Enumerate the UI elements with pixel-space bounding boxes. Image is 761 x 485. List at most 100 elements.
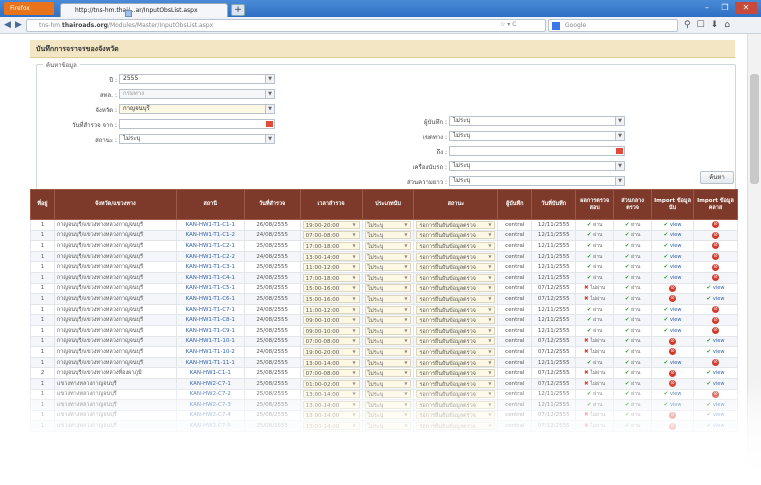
time-cell[interactable]: 15:00-16:00 ▼ — [299, 293, 363, 305]
col-header-date[interactable]: วันที่สำรวจ — [243, 189, 301, 220]
station-link[interactable]: KAN-HW1-T1-C7-1 — [175, 303, 245, 316]
view-link[interactable]: ✔ view — [651, 324, 694, 337]
station-link[interactable]: KAN-HW2-C7-1 — [175, 377, 245, 390]
col-header-central[interactable]: ส่วนกลางตรวจ — [613, 189, 653, 220]
view-link[interactable]: ✔ view — [692, 420, 739, 432]
pass-status[interactable]: ✔ ผ่าน — [575, 250, 615, 263]
pass-status[interactable]: ✔ ผ่าน — [575, 356, 615, 369]
status-select[interactable]: รอการยืนยันข้อมูลตรวจ ▼ — [416, 284, 496, 293]
col-header-import-class[interactable]: Import ข้อมูลคลาส — [692, 189, 739, 220]
type-cell[interactable]: ไม่ระบุ ▼ — [361, 335, 415, 348]
type-cell[interactable]: ไม่ระบุ ▼ — [361, 314, 415, 326]
blocked-status[interactable]: ⊘ — [692, 219, 739, 231]
time-select[interactable]: 17:00-18:00 ▼ — [302, 241, 360, 250]
type-cell[interactable]: ไม่ระบุ ▼ — [361, 409, 415, 422]
col-header-import-count[interactable]: Import ข้อมูลนับ — [651, 189, 694, 220]
status-select[interactable]: รอการยืนยันข้อมูลตรวจ ▼ — [416, 390, 496, 399]
station-link[interactable]: KAN-HW1-T1-10-1 — [175, 335, 245, 348]
table-row[interactable]: 1 แขวงทางหลวงกาญจนบุรี KAN-HW2-C7-2 25/08/2… — [30, 388, 739, 401]
type-cell[interactable]: ไม่ระบุ ▼ — [361, 229, 415, 242]
time-select[interactable]: 19:00-20:00 ▼ — [302, 347, 360, 356]
station-link[interactable]: KAN-HW1-T1-C1-1 — [175, 219, 245, 231]
time-cell[interactable]: 13:00-14:00 ▼ — [299, 250, 363, 263]
type-select[interactable]: ไม่ระบุ ▼ — [364, 273, 412, 282]
view-link[interactable]: ✔ view — [692, 293, 739, 305]
bookmarks-icon[interactable]: ☐ — [697, 20, 705, 30]
type-select[interactable]: ไม่ระบุ ▼ — [364, 347, 412, 356]
pass-status[interactable]: ✔ ผ่าน — [613, 271, 653, 284]
col-header-recorder[interactable]: ผู้บันทึก — [497, 189, 533, 220]
table-row[interactable]: 1 แขวงทางหลวงกาญจนบุรี KAN-HW2-C7-1 25/08/2… — [30, 377, 739, 390]
status-select[interactable]: รอการยืนยันข้อมูลตรวจ ▼ — [416, 220, 496, 229]
blocked-status[interactable]: ⊘ — [651, 367, 694, 379]
time-cell[interactable]: 13:00-14:00 ▼ — [299, 388, 363, 401]
status-cell[interactable]: รอการยืนยันข้อมูลตรวจ ▼ — [413, 282, 499, 295]
status-select[interactable]: รอการยืนยันข้อมูลตรวจ ▼ — [416, 263, 496, 272]
station-link[interactable]: KAN-HW2-C7-2 — [175, 388, 245, 401]
type-cell[interactable]: ไม่ระบุ ▼ — [361, 282, 415, 295]
new-tab-button[interactable]: + — [231, 4, 245, 16]
pass-status[interactable]: ✔ ผ่าน — [613, 324, 653, 337]
fail-status[interactable]: ✖ ไม่ผ่าน — [575, 282, 615, 295]
region-select[interactable]: กรมทาง ▼ — [119, 89, 275, 99]
status-cell[interactable]: รอการยืนยันข้อมูลตรวจ ▼ — [413, 250, 499, 263]
pass-status[interactable]: ✔ ผ่าน — [575, 314, 615, 326]
table-row[interactable]: 2 กาญจนบุรี/แขวงทางหลวงที่องผาภูมิ KAN-HW1… — [30, 367, 739, 379]
col-header-saved-date[interactable]: วันที่บันทึก — [531, 189, 577, 220]
table-row[interactable]: 1 กาญจนบุรี/แขวงทางหลวงกาญจนบุรี KAN-HW1-T… — [30, 271, 739, 284]
pass-status[interactable]: ✔ ผ่าน — [575, 388, 615, 401]
view-link[interactable]: ✔ view — [651, 229, 694, 242]
pass-status[interactable]: ✔ ผ่าน — [575, 219, 615, 231]
blocked-status[interactable]: ⊘ — [651, 420, 694, 432]
search-input[interactable]: Google — [548, 19, 678, 32]
bookmark-star-icon[interactable]: ☆ ▾ C — [500, 21, 516, 28]
status-cell[interactable]: รอการยืนยันข้อมูลตรวจ ▼ — [413, 335, 499, 348]
type-select[interactable]: ไม่ระบุ ▼ — [364, 220, 412, 229]
blocked-status[interactable]: ⊘ — [651, 377, 694, 390]
table-row[interactable]: 1 กาญจนบุรี/แขวงทางหลวงกาญจนบุรี KAN-HW1-T… — [30, 219, 739, 231]
table-row[interactable]: 1 กาญจนบุรี/แขวงทางหลวงกาญจนบุรี KAN-HW1-T… — [30, 229, 739, 242]
type-cell[interactable]: ไม่ระบุ ▼ — [361, 271, 415, 284]
time-cell[interactable]: 11:00-12:00 ▼ — [299, 303, 363, 316]
status-select[interactable]: รอการยืนยันข้อมูลตรวจ ▼ — [416, 305, 496, 314]
type-cell[interactable]: ไม่ระบุ ▼ — [361, 388, 415, 401]
status-cell[interactable]: รอการยืนยันข้อมูลตรวจ ▼ — [413, 388, 499, 401]
status-select[interactable]: รอการยืนยันข้อมูลตรวจ ▼ — [416, 358, 496, 367]
status-cell[interactable]: รอการยืนยันข้อมูลตรวจ ▼ — [413, 356, 499, 369]
type-cell[interactable]: ไม่ระบุ ▼ — [361, 261, 415, 273]
station-link[interactable]: KAN-HW2-C7-5 — [175, 420, 245, 432]
view-link[interactable]: ✔ view — [651, 240, 694, 252]
table-row[interactable]: 1 กาญจนบุรี/แขวงทางหลวงกาญจนบุรี KAN-HW1-T… — [30, 293, 739, 305]
status-select[interactable]: รอการยืนยันข้อมูลตรวจ ▼ — [416, 326, 496, 335]
status-cell[interactable]: รอการยืนยันข้อมูลตรวจ ▼ — [413, 261, 499, 273]
status-select[interactable]: รอการยืนยันข้อมูลตรวจ ▼ — [416, 347, 496, 356]
time-cell[interactable]: 13:00-14:00 ▼ — [299, 409, 363, 422]
pass-status[interactable]: ✔ ผ่าน — [613, 367, 653, 379]
table-row[interactable]: 1 กาญจนบุรี/แขวงทางหลวงกาญจนบุรี KAN-HW1-T… — [30, 250, 739, 263]
pass-status[interactable]: ✔ ผ่าน — [613, 250, 653, 263]
fail-status[interactable]: ✖ ไม่ผ่าน — [575, 420, 615, 432]
type-select[interactable]: ไม่ระบุ ▼ — [364, 337, 412, 346]
time-select[interactable]: 11:00-12:00 ▼ — [302, 263, 360, 272]
type-cell[interactable]: ไม่ระบุ ▼ — [361, 250, 415, 263]
time-cell[interactable]: 09:00-10:00 ▼ — [299, 324, 363, 337]
blocked-status[interactable]: ⊘ — [692, 314, 739, 326]
station-link[interactable]: KAN-HW1-T1-10-2 — [175, 346, 245, 358]
blocked-status[interactable]: ⊘ — [651, 282, 694, 295]
status-cell[interactable]: รอการยืนยันข้อมูลตรวจ ▼ — [413, 314, 499, 326]
type-select[interactable]: ไม่ระบุ ▼ — [364, 305, 412, 314]
calendar-icon[interactable] — [266, 121, 273, 127]
type-select[interactable]: ไม่ระบุ ▼ — [364, 358, 412, 367]
status-cell[interactable]: รอการยืนยันข้อมูลตรวจ ▼ — [413, 377, 499, 390]
pass-status[interactable]: ✔ ผ่าน — [613, 229, 653, 242]
search-icon[interactable]: ⚲ — [684, 20, 691, 30]
view-link[interactable]: ✔ view — [692, 346, 739, 358]
type-select[interactable]: ไม่ระบุ ▼ — [364, 411, 412, 420]
time-cell[interactable]: 07:00-08:00 ▼ — [299, 229, 363, 242]
col-header-status[interactable]: สถานะ — [413, 189, 499, 220]
table-row[interactable]: 1 แขวงทางหลวงกาญจนบุรี KAN-HW2-C7-4 25/08/2… — [30, 409, 739, 422]
table-row[interactable]: 1 กาญจนบุรี/แขวงทางหลวงกาญจนบุรี KAN-HW1-T… — [30, 303, 739, 316]
pass-status[interactable]: ✔ ผ่าน — [575, 271, 615, 284]
time-select[interactable]: 13:00-14:00 ▼ — [302, 411, 360, 420]
col-header-province[interactable]: จังหวัด/แขวงทาง — [53, 189, 177, 220]
